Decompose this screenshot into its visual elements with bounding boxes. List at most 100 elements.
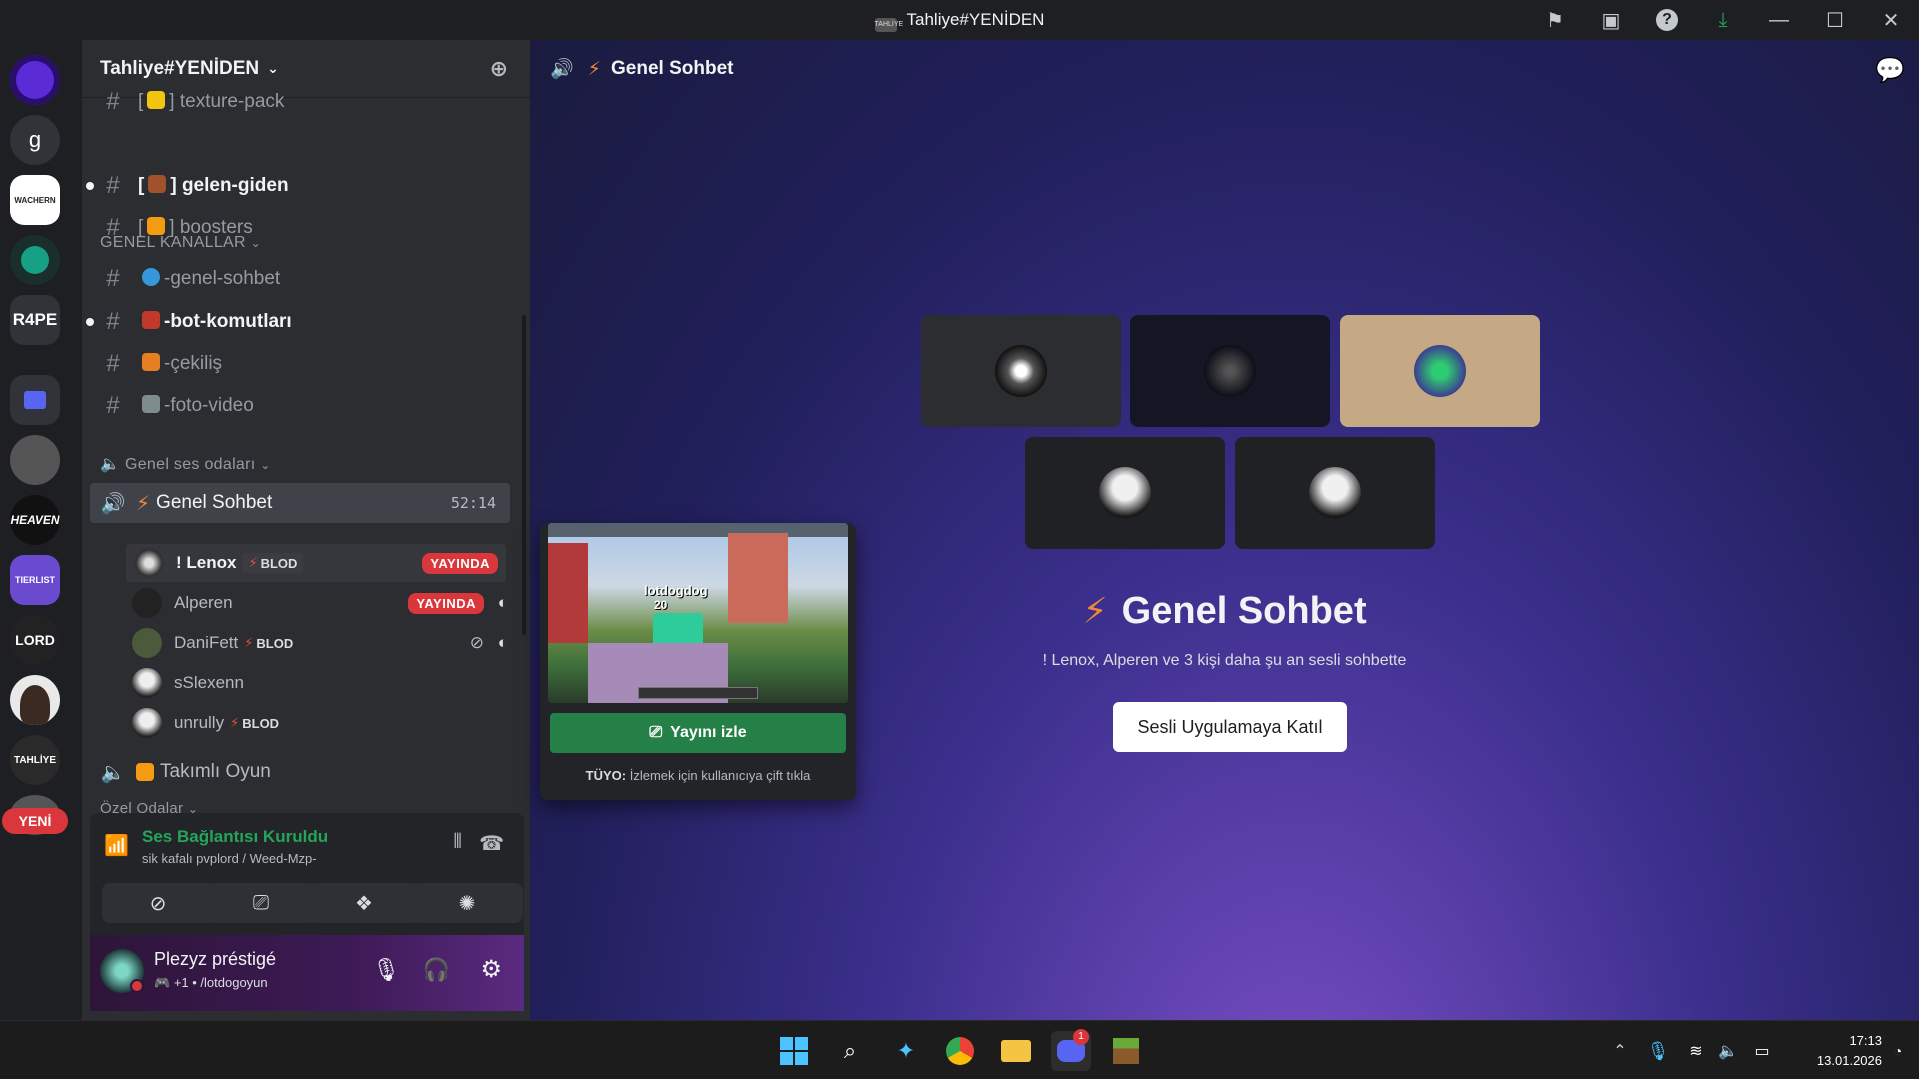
role-badge: ⚡ BLOD — [244, 635, 294, 651]
participant-tile-alperen[interactable] — [1130, 315, 1330, 427]
help-icon[interactable]: ? — [1639, 0, 1695, 40]
channel-foto-video[interactable]: # -foto-video — [90, 388, 510, 424]
chat-icon[interactable]: 💬 — [1875, 56, 1905, 85]
voice-channel-genel-sohbet[interactable]: 🔊 ⚡ Genel Sohbet 52:14 — [90, 483, 510, 523]
hash-icon: # — [106, 172, 120, 199]
participant-tile-lenox[interactable] — [921, 315, 1121, 427]
app-icon-1[interactable]: ✦ — [886, 1031, 926, 1071]
channel-bot-komutlari[interactable]: # -bot-komutları — [86, 304, 510, 340]
battery-icon[interactable]: ▭ — [1742, 1031, 1782, 1071]
app-logo-icon: TAHLİYE — [874, 18, 903, 32]
voice-user-sslexenn[interactable]: sSlexenn — [132, 664, 512, 702]
voice-connection-panel: 📶 Ses Bağlantısı Kuruldu sik kafalı pvpl… — [90, 813, 524, 935]
avatar — [995, 345, 1047, 397]
hash-icon: # — [106, 392, 120, 419]
disconnect-icon[interactable]: ☎ — [479, 831, 504, 856]
server-icon-tierlist[interactable]: TIERLIST — [10, 555, 60, 605]
share-screen-button[interactable]: ⎚ — [205, 883, 317, 923]
stream-thumbnail[interactable]: lotdogdog 20 — [548, 523, 848, 703]
channel-texture-pack[interactable]: # [] texture-pack — [90, 84, 510, 120]
chevron-up-icon[interactable]: ⌃ — [1600, 1031, 1640, 1071]
camera-off-icon: ⊘ — [149, 892, 167, 915]
screen-share-icon: ⎚ — [649, 724, 663, 741]
role-badge: ⚡ BLOD — [242, 553, 304, 573]
channel-cekilis[interactable]: # -çekiliş — [90, 346, 510, 382]
activities-icon: ❖ — [355, 892, 373, 915]
flag-icon[interactable]: ⚑ — [1527, 0, 1583, 40]
server-icon-lord[interactable]: LORD — [10, 615, 60, 665]
new-badge[interactable]: YENİ — [2, 808, 68, 834]
channel-gelen-giden[interactable]: # [] gelen-giden — [86, 168, 510, 204]
user-status: 🎮 +1 • /lotdogoyun — [154, 975, 268, 990]
add-member-icon[interactable]: ⊕ — [490, 56, 508, 82]
participant-tile-unrully[interactable] — [1235, 437, 1435, 549]
server-icon-wachern[interactable]: WACHERN — [10, 175, 60, 225]
robot-emoji-icon — [142, 311, 160, 329]
mic-icon[interactable]: 🎙 — [1638, 1031, 1678, 1071]
headphones-icon[interactable]: 🎧 — [423, 957, 450, 983]
clap-emoji-icon — [147, 217, 166, 235]
game-hud-bar — [548, 523, 848, 537]
hash-icon: # — [106, 88, 120, 115]
voice-user-danifett[interactable]: DaniFett ⚡ BLOD ⊘ ◐ — [132, 624, 512, 662]
fist-emoji-icon — [136, 763, 154, 781]
close-icon[interactable]: ✕ — [1863, 0, 1919, 40]
join-voice-button[interactable]: Sesli Uygulamaya Katıl — [1113, 702, 1347, 752]
activities-button[interactable]: ❖ — [308, 883, 420, 923]
server-icon-1[interactable] — [10, 55, 60, 105]
voice-status-subtitle[interactable]: sik kafalı pvplord / Weed-Mzp- — [142, 851, 317, 866]
user-name[interactable]: Plezyz préstigé — [154, 949, 276, 970]
participant-tile-sslexenn[interactable] — [1025, 437, 1225, 549]
server-rail: g WACHERN R4PE HEAVEN TIERLIST LORD TAHL… — [0, 40, 70, 1020]
server-icon-7[interactable] — [10, 435, 60, 485]
participant-tile-danifett[interactable] — [1340, 315, 1540, 427]
chrome-icon[interactable] — [940, 1031, 980, 1071]
hash-icon: # — [106, 308, 120, 335]
voice-user-unrully[interactable]: unrully ⚡ BLOD — [132, 704, 512, 742]
hash-icon: # — [106, 265, 120, 292]
folder-icon[interactable] — [10, 375, 60, 425]
server-icon-tahliye[interactable]: TAHLİYE — [10, 735, 60, 785]
camera-emoji-icon — [142, 395, 160, 413]
watch-stream-button[interactable]: ⎚ Yayını izle — [550, 713, 846, 753]
clock[interactable]: 17:13 13.01.2026 — [1792, 1031, 1882, 1071]
bolt-icon: ⚡ — [1082, 590, 1108, 631]
speaker-icon: 🔊 — [100, 492, 126, 515]
signal-icon[interactable]: 📶 — [104, 833, 129, 858]
category-genel-ses-odalari[interactable]: 🔈 Genel ses odaları ⌄ — [100, 454, 271, 474]
server-icon-g[interactable]: g — [10, 115, 60, 165]
channel-genel-sohbet[interactable]: # -genel-sohbet — [90, 261, 510, 297]
download-icon[interactable]: ⤓ — [1695, 0, 1751, 40]
notification-icon[interactable]: ◔ — [1880, 1031, 1916, 1071]
headset-icon: ◐ — [497, 593, 508, 612]
soundboard-button[interactable]: ✺ — [411, 883, 523, 923]
voice-status-title[interactable]: Ses Bağlantısı Kuruldu — [142, 827, 328, 847]
server-icon-r4pe[interactable]: R4PE — [10, 295, 60, 345]
mic-icon[interactable]: 🎙 — [372, 957, 400, 983]
avatar — [132, 628, 162, 658]
voice-channel-takimli-oyun[interactable]: 🔈 Takımlı Oyun — [90, 754, 510, 790]
minecraft-icon[interactable] — [1106, 1031, 1146, 1071]
game-tower — [728, 533, 788, 623]
file-explorer-icon[interactable] — [996, 1031, 1036, 1071]
windows-start-icon[interactable] — [774, 1031, 814, 1071]
folder-emoji-icon — [147, 91, 166, 109]
server-icon-4[interactable] — [10, 235, 60, 285]
chevron-down-icon: ⌄ — [250, 236, 261, 250]
camera-off-button[interactable]: ⊘ — [102, 883, 214, 923]
category-genel-kanallar[interactable]: GENEL KANALLAR ⌄ — [100, 234, 261, 252]
voice-user-lenox[interactable]: ! Lenox ⚡ BLOD YAYINDA — [126, 544, 506, 582]
server-icon-heaven[interactable]: HEAVEN — [10, 495, 60, 545]
headset-icon: ◐ — [497, 633, 508, 652]
settings-icon[interactable]: ⚙ — [480, 955, 502, 984]
server-icon-11[interactable] — [10, 675, 60, 725]
minimize-icon[interactable]: — — [1751, 0, 1807, 40]
scrollbar[interactable] — [522, 315, 526, 635]
role-badge: ⚡ BLOD — [230, 715, 280, 731]
discord-icon[interactable]: 1 — [1051, 1029, 1091, 1071]
maximize-icon[interactable]: ☐ — [1807, 0, 1863, 40]
search-icon[interactable]: ⌕ — [830, 1031, 870, 1071]
voice-user-alperen[interactable]: Alperen YAYINDA ◐ — [132, 584, 512, 622]
noise-suppression-icon[interactable]: ⦀ — [453, 831, 462, 854]
inbox-icon[interactable]: ▣ — [1583, 0, 1639, 40]
